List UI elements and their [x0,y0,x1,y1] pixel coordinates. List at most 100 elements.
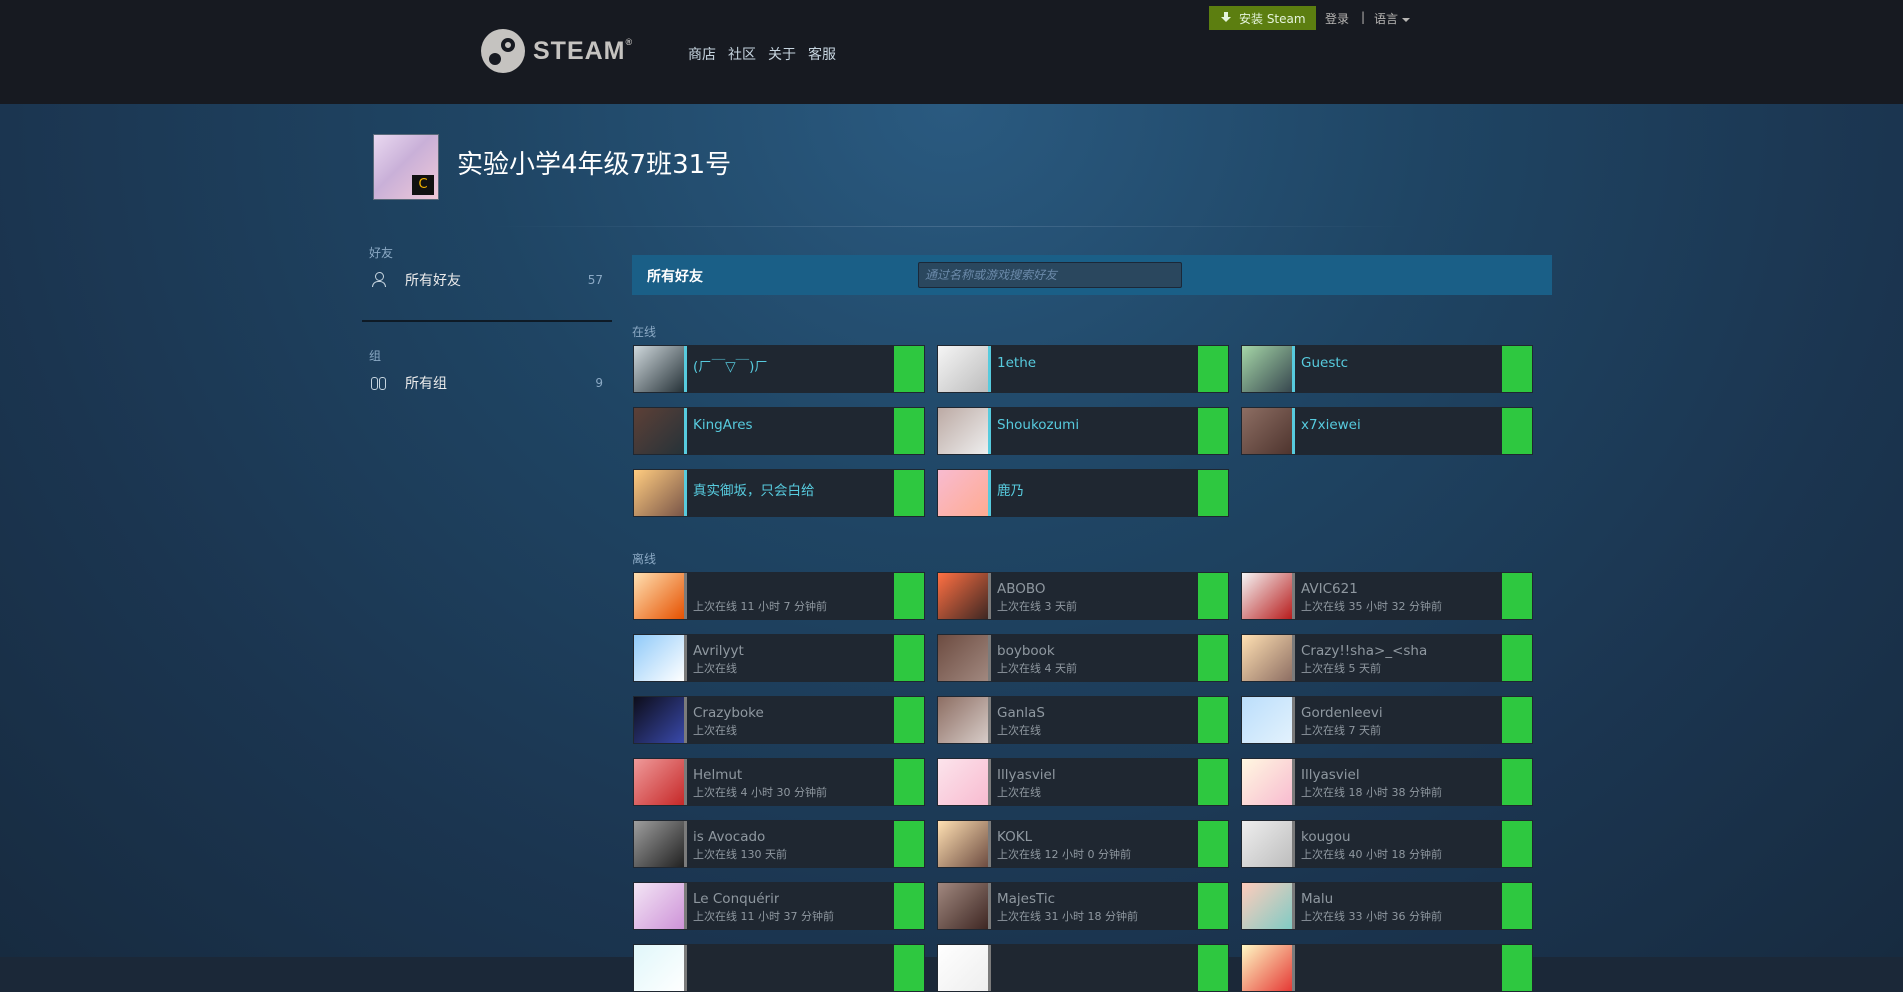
friend-action-button[interactable] [1502,573,1532,619]
friend-tile[interactable]: (ㄏ￣▽￣)ㄏ [633,345,925,393]
friend-action-button[interactable] [1198,346,1228,392]
friend-avatar [1242,759,1292,805]
groups-count: 9 [595,376,603,390]
friend-avatar [634,945,684,991]
chevron-down-icon [1402,17,1411,22]
friend-action-button[interactable] [1502,697,1532,743]
nav-store[interactable]: 商店 [688,44,716,64]
friend-action-button[interactable] [1198,697,1228,743]
sidebar-item-all-groups[interactable]: 所有组 9 [371,372,603,394]
friend-name: 真实御坂，只会白给 [693,483,815,499]
profile-name[interactable]: 实验小学4年级7班31号 [457,144,731,181]
friend-action-button[interactable] [1198,821,1228,867]
friend-action-button[interactable] [1198,470,1228,516]
friend-tile[interactable]: 真实御坂，只会白给 [633,469,925,517]
friend-tile[interactable]: Malu 上次在线 33 小时 36 分钟前 [1241,882,1533,930]
friend-tile[interactable]: Shoukozumi [937,407,1229,455]
friend-status-edge [988,945,991,991]
friend-action-button[interactable] [1502,759,1532,805]
friend-action-button[interactable] [1502,821,1532,867]
nav-about[interactable]: 关于 [768,44,796,64]
friend-tile[interactable]: KOKL 上次在线 12 小时 0 分钟前 [937,820,1229,868]
sidebar-item-all-friends[interactable]: 所有好友 57 [371,269,603,291]
friend-tile[interactable]: KingAres [633,407,925,455]
friend-avatar [938,470,988,516]
friend-action-button[interactable] [894,945,924,991]
steam-logo[interactable]: STEAM® [481,29,633,73]
friend-action-button[interactable] [894,821,924,867]
friend-last-online: 上次在线 35 小时 32 分钟前 [1301,600,1442,613]
friend-name: (ㄏ￣▽￣)ㄏ [693,359,768,375]
friend-action-button[interactable] [1502,346,1532,392]
friend-action-button[interactable] [894,346,924,392]
friend-tile[interactable]: Illyasviel 上次在线 18 小时 38 分钟前 [1241,758,1533,806]
friend-tile[interactable]: Avrilyyt 上次在线 [633,634,925,682]
group-icon [371,375,387,391]
friend-tile[interactable]: is Avocado 上次在线 130 天前 [633,820,925,868]
friend-avatar [1242,697,1292,743]
friend-action-button[interactable] [894,573,924,619]
friend-avatar [938,635,988,681]
friend-search-input[interactable] [918,262,1182,288]
friend-action-button[interactable] [1198,573,1228,619]
friend-tile[interactable]: 鹿乃 [937,469,1229,517]
friend-action-button[interactable] [894,408,924,454]
friend-tile[interactable] [1241,944,1533,992]
friend-status-edge [988,883,991,929]
friend-tile[interactable]: ABOBO 上次在线 3 天前 [937,572,1229,620]
friend-action-button[interactable] [894,635,924,681]
friend-tile[interactable] [937,944,1229,992]
nav-community[interactable]: 社区 [728,44,756,64]
friend-action-button[interactable] [1198,759,1228,805]
friend-tile[interactable]: AVIC621 上次在线 35 小时 32 分钟前 [1241,572,1533,620]
sidebar-item-label: 所有组 [405,376,447,392]
friend-avatar [634,470,684,516]
friend-tile[interactable]: MajesTic 上次在线 31 小时 18 分钟前 [937,882,1229,930]
friend-last-online: 上次在线 12 小时 0 分钟前 [997,848,1131,861]
friend-name: is Avocado [693,829,766,845]
friend-tile[interactable]: kougou 上次在线 40 小时 18 分钟前 [1241,820,1533,868]
friend-action-button[interactable] [1502,408,1532,454]
friend-status-edge [988,697,991,743]
install-steam-button[interactable]: 安装 Steam [1209,6,1316,30]
friend-status-edge [988,573,991,619]
friend-action-button[interactable] [1502,945,1532,991]
language-dropdown[interactable]: 语言 [1374,10,1411,27]
friend-action-button[interactable] [1502,883,1532,929]
friend-action-button[interactable] [894,759,924,805]
friend-action-button[interactable] [1198,635,1228,681]
friend-tile[interactable]: GanlaS 上次在线 [937,696,1229,744]
friend-tile[interactable]: Illyasviel 上次在线 [937,758,1229,806]
friend-name: Malu [1301,891,1334,907]
friend-tile[interactable]: Gordenleevi 上次在线 7 天前 [1241,696,1533,744]
friend-avatar [1242,573,1292,619]
friend-tile[interactable]: Le Conquérir 上次在线 11 小时 37 分钟前 [633,882,925,930]
friend-last-online: 上次在线 [693,662,737,675]
friend-action-button[interactable] [1198,408,1228,454]
friend-action-button[interactable] [894,883,924,929]
nav-support[interactable]: 客服 [808,44,836,64]
friend-action-button[interactable] [1198,945,1228,991]
friend-avatar [1242,346,1292,392]
friend-tile[interactable]: 1ethe [937,345,1229,393]
friend-action-button[interactable] [1198,883,1228,929]
friend-name: Helmut [693,767,743,783]
friend-status-edge [684,697,687,743]
header-separator: | [1361,10,1366,24]
login-link[interactable]: 登录 [1325,10,1349,27]
friend-tile[interactable]: Crazy!!sha>_<sha 上次在线 5 天前 [1241,634,1533,682]
friend-action-button[interactable] [894,470,924,516]
friend-last-online: 上次在线 31 小时 18 分钟前 [997,910,1138,923]
friend-tile[interactable]: x7xiewei [1241,407,1533,455]
friend-tile[interactable]: Helmut 上次在线 4 小时 30 分钟前 [633,758,925,806]
friend-tile[interactable]: Crazyboke 上次在线 [633,696,925,744]
friend-tile[interactable]: Guestc [1241,345,1533,393]
friend-tile[interactable]: 上次在线 11 小时 7 分钟前 [633,572,925,620]
friend-status-edge [1292,346,1295,392]
offline-section-label: 离线 [632,552,657,566]
friend-action-button[interactable] [894,697,924,743]
profile-avatar[interactable]: C [373,134,439,200]
friend-action-button[interactable] [1502,635,1532,681]
friend-tile[interactable] [633,944,925,992]
friend-tile[interactable]: boybook 上次在线 4 天前 [937,634,1229,682]
